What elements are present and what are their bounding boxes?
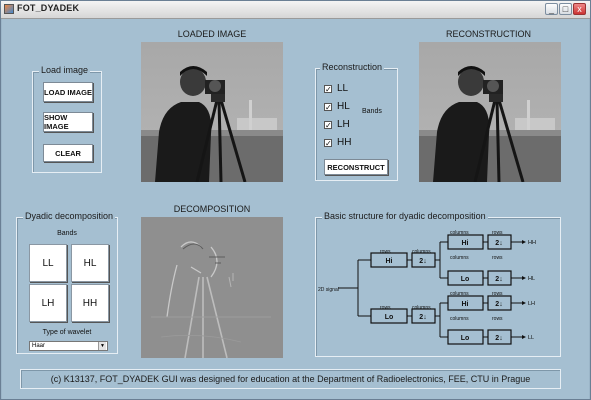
down-label-4: 2↓ <box>495 335 502 342</box>
edge-detail-image <box>141 217 283 358</box>
reconstruct-button[interactable]: RECONSTRUCT <box>324 159 388 175</box>
checkbox-ll[interactable]: ✓ <box>324 84 332 93</box>
down-label-rows-top: 2↓ <box>419 258 426 265</box>
band-hl-button[interactable]: HL <box>71 244 109 282</box>
band-hh-label: HH <box>337 137 352 148</box>
bands-label: Bands <box>362 108 382 115</box>
band-lh-label: LH <box>337 119 350 130</box>
output-ll: LL <box>528 335 534 341</box>
wavelet-type-label: Type of wavelet <box>42 329 92 336</box>
client-area: LOADED IMAGE RECONSTRUCTION Load image L… <box>2 19 589 399</box>
output-lh: LH <box>528 301 535 307</box>
dyadic-structure-diagram: 2D signal rows rows columns columns colu… <box>318 230 536 345</box>
band-hl-checkbox[interactable]: ✓ HL <box>324 101 350 112</box>
title-bar: FOT_DYADEK _ □ x <box>1 1 590 19</box>
loaded-image <box>141 42 283 182</box>
cameraman-reconstructed <box>419 42 561 182</box>
down-label-1: 2↓ <box>495 240 502 247</box>
lo-label-cols-1: Lo <box>461 276 470 283</box>
band-ll-checkbox[interactable]: ✓ LL <box>324 83 348 94</box>
maximize-button[interactable]: □ <box>559 3 572 15</box>
load-image-panel-title: Load image <box>39 65 91 75</box>
wavelet-select[interactable]: Haar ▼ <box>29 341 108 351</box>
band-ll-button[interactable]: LL <box>29 244 67 282</box>
checkbox-hl[interactable]: ✓ <box>324 102 332 111</box>
wavelet-value: Haar <box>32 343 46 349</box>
dyadic-panel-title: Dyadic decomposition <box>23 211 116 221</box>
output-hl: HL <box>528 276 535 282</box>
down-label-2: 2↓ <box>495 276 502 283</box>
hi-label-cols-2: Hi <box>462 301 469 308</box>
minimize-button[interactable]: _ <box>545 3 558 15</box>
columns-label-4: columns <box>450 316 469 322</box>
rows-label-4: rows <box>492 316 503 322</box>
band-hh-button[interactable]: HH <box>71 284 109 322</box>
lo-label-cols-2: Lo <box>461 335 470 342</box>
down-label-rows-bottom: 2↓ <box>419 314 426 321</box>
down-label-3: 2↓ <box>495 301 502 308</box>
window-title: FOT_DYADEK <box>17 3 80 13</box>
reconstruction-panel: Reconstruction ✓ LL ✓ HL ✓ LH ✓ HH Bands REC… <box>315 62 398 181</box>
output-hh: HH <box>528 240 536 246</box>
band-lh-checkbox[interactable]: ✓ LH <box>324 119 350 130</box>
reconstruction-panel-title: Reconstruction <box>320 62 385 72</box>
app-icon <box>4 4 14 14</box>
decomposition-heading: DECOMPOSITION <box>173 204 251 214</box>
show-image-button[interactable]: SHOW IMAGE <box>43 112 93 132</box>
columns-label-2: columns <box>450 255 469 261</box>
clear-button[interactable]: CLEAR <box>43 144 93 162</box>
checkbox-lh[interactable]: ✓ <box>324 120 332 129</box>
load-image-button[interactable]: LOAD IMAGE <box>43 82 93 102</box>
band-hl-label: HL <box>337 101 350 112</box>
dyadic-decomposition-panel: Dyadic decomposition Bands LL HL LH HH T… <box>16 211 118 354</box>
load-image-panel: Load image LOAD IMAGE SHOW IMAGE CLEAR <box>32 65 102 173</box>
cameraman-image <box>141 42 283 182</box>
reconstruction-heading: RECONSTRUCTION <box>446 29 531 39</box>
structure-panel: Basic structure for dyadic decomposition… <box>315 211 561 357</box>
lo-label-rows: Lo <box>385 314 394 321</box>
input-signal-label: 2D signal <box>318 287 339 293</box>
rows-label-2: rows <box>492 255 503 261</box>
reconstructed-image <box>419 42 561 182</box>
credit-footer: (c) K13137, FOT_DYADEK GUI was designed … <box>20 369 561 389</box>
hi-label-cols-1: Hi <box>462 240 469 247</box>
band-lh-button[interactable]: LH <box>29 284 67 322</box>
band-hh-checkbox[interactable]: ✓ HH <box>324 137 351 148</box>
chevron-down-icon[interactable]: ▼ <box>98 342 106 350</box>
dyadic-bands-label: Bands <box>57 230 77 237</box>
band-ll-label: LL <box>337 83 349 94</box>
checkbox-hh[interactable]: ✓ <box>324 138 332 147</box>
close-button[interactable]: x <box>573 3 586 15</box>
loaded-image-heading: LOADED IMAGE <box>177 29 247 39</box>
hi-label-rows: Hi <box>386 258 393 265</box>
decomposition-image <box>141 217 283 358</box>
app-window: FOT_DYADEK _ □ x LOADED IMAGE RECONSTRUC… <box>0 0 591 400</box>
